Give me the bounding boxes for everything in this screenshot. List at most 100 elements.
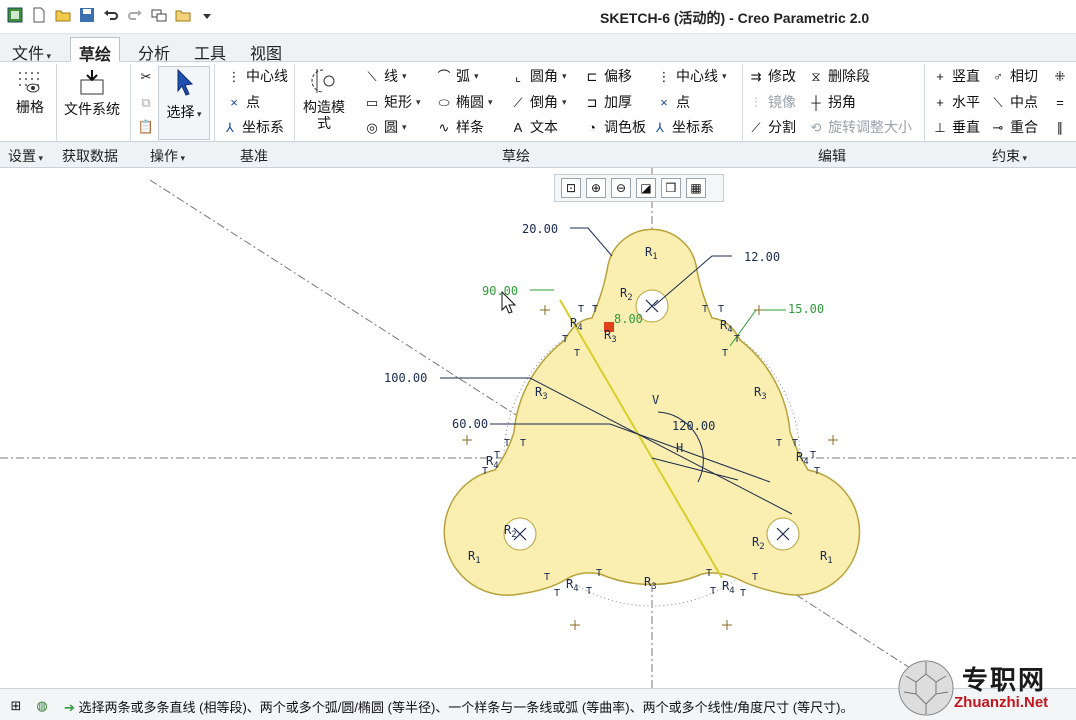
browser-icon[interactable]: ◍ bbox=[34, 697, 50, 713]
corner-tool[interactable]: ┼ 拐角 bbox=[808, 92, 856, 112]
svg-text:T: T bbox=[814, 466, 820, 477]
select-button[interactable]: 选择 ▾ bbox=[158, 66, 210, 140]
svg-text:T: T bbox=[544, 572, 550, 583]
horizontal-icon: + bbox=[936, 94, 944, 110]
arc-tool[interactable]: ⌒ 弧 ▾ bbox=[436, 66, 478, 86]
watermark-ball-icon bbox=[898, 660, 954, 716]
coincident-constraint[interactable]: ⊸ 重合 bbox=[990, 117, 1038, 137]
select-arrow-icon bbox=[177, 68, 194, 96]
tab-view[interactable]: 视图 bbox=[242, 37, 290, 63]
tab-tools[interactable]: 工具 bbox=[186, 37, 234, 63]
dim-100[interactable]: 100.00 bbox=[384, 371, 427, 385]
dim-90[interactable]: 90.00 bbox=[482, 284, 518, 298]
paste-icon[interactable]: 📋 bbox=[138, 118, 154, 134]
chamfer-icon: ⟋ bbox=[513, 94, 523, 110]
construct-mode-button[interactable]: 构造模式 bbox=[298, 66, 350, 131]
corner-icon: ┼ bbox=[811, 94, 821, 110]
dim-v-label: V bbox=[652, 393, 659, 407]
zoom-in-icon[interactable]: ⊕ bbox=[586, 178, 606, 198]
group-constrain[interactable]: 约束 ▾ bbox=[992, 146, 1027, 166]
dim-120[interactable]: 120.00 bbox=[672, 419, 715, 433]
sketch-canvas[interactable]: 20.00 12.00 100.00 60.00 120.00 V H 15.0… bbox=[0, 168, 1076, 688]
tab-file[interactable]: 文件 ▾ bbox=[4, 37, 59, 63]
fillet-tool[interactable]: ⌞ 圆角 ▾ bbox=[510, 66, 567, 86]
tab-sketch[interactable]: 草绘 bbox=[70, 37, 121, 64]
circle-tool[interactable]: ◎ 圆 ▾ bbox=[364, 117, 406, 137]
modify-tool[interactable]: ⇉ 修改 bbox=[748, 66, 796, 86]
redo-icon[interactable] bbox=[126, 6, 144, 24]
cut-icon[interactable]: ✂ bbox=[138, 68, 154, 84]
thicken-tool[interactable]: ⊐ 加厚 bbox=[584, 92, 632, 112]
symmetric-icon[interactable]: ⁜ bbox=[1052, 68, 1068, 84]
quick-access-toolbar bbox=[6, 6, 216, 24]
tab-analysis[interactable]: 分析 bbox=[130, 37, 178, 63]
grid-button[interactable]: 栅格 bbox=[8, 68, 52, 115]
datum-centerline[interactable]: ⋮ 中心线 bbox=[226, 66, 289, 86]
close-window-icon[interactable] bbox=[174, 6, 192, 24]
modify-icon: ⇉ bbox=[750, 68, 762, 84]
midpoint-constraint[interactable]: ⟍ 中点 bbox=[990, 92, 1038, 112]
ribbon-group-labels: 设置 ▾ 获取数据 操作 ▾ 基准 草绘 编辑 约束 ▾ bbox=[0, 142, 1076, 168]
model-tree-icon[interactable]: ⊞ bbox=[8, 697, 24, 713]
dim-8[interactable]: 8.00 bbox=[614, 312, 643, 326]
file-system-button[interactable]: 文件系统 bbox=[64, 68, 120, 117]
refit-icon[interactable]: ⊡ bbox=[561, 178, 581, 198]
sketcher-display-icon[interactable]: ▦ bbox=[686, 178, 706, 198]
dim-20[interactable]: 20.00 bbox=[522, 222, 558, 236]
perpendicular-constraint[interactable]: ⊥ 垂直 bbox=[932, 117, 980, 137]
dim-15[interactable]: 15.00 bbox=[788, 302, 824, 316]
new-file-icon[interactable] bbox=[30, 6, 48, 24]
ellipse-icon: ⬭ bbox=[438, 94, 450, 110]
undo-icon[interactable] bbox=[102, 6, 120, 24]
display-style-icon[interactable]: ❒ bbox=[661, 178, 681, 198]
group-settings[interactable]: 设置 ▾ bbox=[8, 146, 43, 166]
datum-coord[interactable]: ⅄ 坐标系 bbox=[222, 117, 284, 137]
file-system-icon bbox=[80, 70, 104, 95]
open-folder-icon[interactable] bbox=[54, 6, 72, 24]
svg-text:T: T bbox=[562, 334, 568, 345]
text-tool[interactable]: A 文本 bbox=[510, 117, 558, 137]
save-icon[interactable] bbox=[78, 6, 96, 24]
zoom-out-icon[interactable]: ⊖ bbox=[611, 178, 631, 198]
chamfer-tool[interactable]: ⟋ 倒角 ▾ bbox=[510, 92, 566, 112]
mirror-tool[interactable]: ⫶ 镜像 bbox=[748, 92, 796, 112]
svg-text:T: T bbox=[810, 450, 816, 461]
horizontal-constraint[interactable]: + 水平 bbox=[932, 92, 980, 112]
dim-60[interactable]: 60.00 bbox=[452, 417, 488, 431]
vertical-constraint[interactable]: + 竖直 bbox=[932, 66, 980, 86]
delete-segment-tool[interactable]: ⧖ 删除段 bbox=[808, 66, 870, 86]
fillet-icon: ⌞ bbox=[514, 68, 522, 84]
spline-tool[interactable]: ∿ 样条 bbox=[436, 117, 484, 137]
sketch-coord[interactable]: ⅄ 坐标系 bbox=[652, 117, 714, 137]
palette-tool[interactable]: ◔ 调色板 bbox=[584, 117, 646, 137]
message-arrow-icon: ➔ bbox=[64, 700, 75, 715]
sketch-centerline[interactable]: ⋮ 中心线 ▾ bbox=[656, 66, 727, 86]
offset-tool[interactable]: ⊏ 偏移 bbox=[584, 66, 632, 86]
group-edit: 编辑 bbox=[818, 148, 846, 164]
line-tool[interactable]: ⟍ 线 ▾ bbox=[364, 66, 406, 86]
dim-12[interactable]: 12.00 bbox=[744, 250, 780, 264]
window-title: SKETCH-6 (活动的) - Creo Parametric 2.0 bbox=[600, 10, 870, 26]
rotate-resize-icon: ⟲ bbox=[810, 119, 822, 135]
copy-icon[interactable]: ⧉ bbox=[138, 94, 154, 110]
sketch-view-icon[interactable]: ◪ bbox=[636, 178, 656, 198]
svg-text:R4: R4 bbox=[722, 579, 735, 596]
parallel-icon[interactable]: ∥ bbox=[1052, 119, 1068, 135]
svg-text:T: T bbox=[710, 586, 716, 597]
rotate-resize-tool[interactable]: ⟲ 旋转调整大小 bbox=[808, 117, 912, 137]
group-operations[interactable]: 操作 ▾ bbox=[150, 146, 185, 166]
divide-tool[interactable]: ⟋ 分割 bbox=[748, 117, 796, 137]
customize-qat-icon[interactable] bbox=[198, 6, 216, 24]
equal-icon[interactable]: = bbox=[1052, 94, 1068, 110]
sketch-point[interactable]: × 点 bbox=[656, 92, 690, 112]
point-icon: × bbox=[230, 94, 238, 110]
tangent-constraint[interactable]: ♂ 相切 bbox=[990, 66, 1038, 86]
group-sketch: 草绘 bbox=[502, 148, 530, 164]
svg-text:T: T bbox=[592, 304, 598, 315]
rectangle-tool[interactable]: ▭ 矩形 ▾ bbox=[364, 92, 421, 112]
windows-icon[interactable] bbox=[150, 6, 168, 24]
line-icon: ⟍ bbox=[367, 68, 377, 84]
mirror-icon: ⫶ bbox=[754, 94, 758, 110]
datum-point[interactable]: × 点 bbox=[226, 92, 260, 112]
ellipse-tool[interactable]: ⬭ 椭圆 ▾ bbox=[436, 92, 492, 112]
